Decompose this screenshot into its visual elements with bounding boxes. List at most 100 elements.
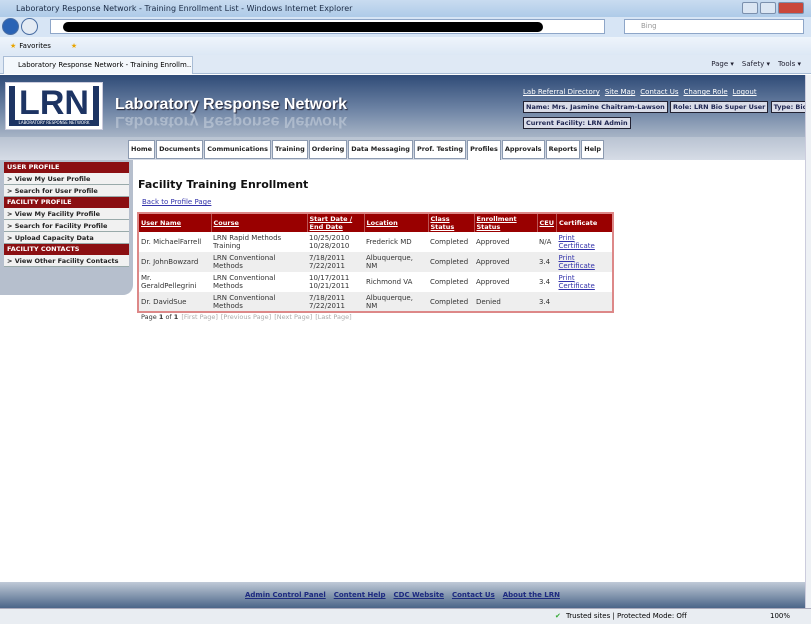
search-input[interactable]: Bing [624, 19, 804, 34]
search-user-profile[interactable]: > Search for User Profile [4, 185, 129, 197]
col-certificate: Certificate [556, 213, 614, 232]
facility-badge: Current Facility: LRN Admin [523, 117, 631, 129]
enrollment-status-cell: Approved [476, 278, 510, 286]
col-ceu[interactable]: CEU [537, 213, 557, 232]
search-facility-profile[interactable]: > Search for Facility Profile [4, 220, 129, 232]
content-help-link[interactable]: Content Help [334, 591, 386, 599]
tab-documents[interactable]: Documents [156, 140, 204, 159]
location-cell: Frederick MD [366, 238, 412, 246]
close-button[interactable] [778, 2, 804, 14]
window-title: Laboratory Response Network - Training E… [0, 0, 811, 17]
forward-button[interactable] [21, 18, 38, 35]
back-button[interactable] [2, 18, 19, 35]
status-bar: ✔ Trusted sites | Protected Mode: Off 10… [0, 608, 811, 624]
about-lrn-link[interactable]: About the LRN [503, 591, 560, 599]
start-date: 10/17/2011 [309, 274, 350, 282]
pager-label: Page [141, 313, 157, 321]
contact-us-link[interactable]: Contact Us [640, 88, 678, 96]
tools-menu[interactable]: Tools ▾ [778, 60, 801, 68]
tab-profiles[interactable]: Profiles [467, 140, 501, 160]
security-zone[interactable]: Trusted sites | Protected Mode: Off [566, 609, 687, 624]
footer: Admin Control Panel Content Help CDC Websi… [0, 582, 805, 608]
command-bar: Page ▾ Safety ▾ Tools ▾ [703, 56, 801, 73]
print-certificate-link[interactable]: Print Certificate [559, 254, 595, 270]
col-dates[interactable]: Start Date / End Date [307, 213, 365, 232]
check-icon: ✔ [555, 612, 561, 620]
end-date: 7/22/2011 [309, 301, 345, 310]
logout-link[interactable]: Logout [733, 88, 757, 96]
lrn-logo[interactable]: LRN LABORATORY RESPONSE NETWORK [5, 82, 103, 130]
site-map-link[interactable]: Site Map [605, 88, 635, 96]
dates-cell: 7/18/2011 7/22/2011 [307, 292, 364, 312]
col-enrollment-status[interactable]: Enrollment Status [474, 213, 538, 232]
cdc-website-link[interactable]: CDC Website [394, 591, 444, 599]
ceu-cell: N/A [539, 238, 552, 246]
class-status-cell: Completed [428, 252, 474, 272]
view-my-user-profile[interactable]: > View My User Profile [4, 173, 129, 185]
pager-of: of [165, 313, 172, 321]
col-class-status[interactable]: Class Status [428, 213, 475, 232]
first-page-link[interactable]: [First Page] [181, 313, 218, 321]
last-page-link[interactable]: [Last Page] [315, 313, 351, 321]
ceu-cell: 3.4 [537, 252, 557, 272]
certificate-cell: Print Certificate [556, 252, 613, 272]
tab-training[interactable]: Training [272, 140, 308, 159]
print-certificate-link[interactable]: Print Certificate [559, 234, 595, 250]
browser-tab[interactable]: Laboratory Response Network - Training E… [3, 56, 193, 74]
class-status-cell: Completed [430, 278, 469, 286]
favorites-bar: ★ Favorites ★ [0, 37, 811, 55]
tab-data-messaging[interactable]: Data Messaging [348, 140, 413, 159]
minimize-button[interactable] [742, 2, 758, 14]
user-name-cell: Dr. JohnBowzard [138, 252, 211, 272]
col-course[interactable]: Course [211, 213, 308, 232]
location-cell: Albuquerque, NM [364, 252, 428, 272]
user-name-cell: Mr. GeraldPellegrini [141, 274, 197, 290]
tab-ordering[interactable]: Ordering [308, 140, 348, 159]
previous-page-link[interactable]: [Previous Page] [221, 313, 271, 321]
course-cell: LRN Conventional Methods [213, 274, 276, 290]
tab-help[interactable]: Help [581, 140, 605, 159]
maximize-button[interactable] [760, 2, 776, 14]
admin-control-panel-link[interactable]: Admin Control Panel [245, 591, 326, 599]
change-role-link[interactable]: Change Role [684, 88, 728, 96]
ceu-cell: 3.4 [537, 292, 557, 312]
enrollment-table: User Name Course Start Date / End Date L… [137, 212, 614, 313]
tab-home[interactable]: Home [128, 140, 156, 159]
print-certificate-link[interactable]: Print Certificate [559, 274, 595, 290]
address-bar[interactable] [50, 19, 605, 34]
upload-capacity-data[interactable]: > Upload Capacity Data [4, 232, 129, 244]
sidebar: USER PROFILE > View My User Profile > Se… [0, 160, 133, 295]
view-facility-contacts[interactable]: > View Other Facility Contacts [4, 255, 129, 267]
view-my-facility-profile[interactable]: > View My Facility Profile [4, 208, 129, 220]
table-row: Mr. GeraldPellegrini LRN Conventional Met… [138, 272, 613, 292]
footer-contact-us-link[interactable]: Contact Us [452, 591, 495, 599]
tab-approvals[interactable]: Approvals [501, 140, 545, 159]
start-date: 10/25/2010 [309, 234, 350, 242]
logo-text: LRN [15, 86, 93, 120]
redacted-url [63, 22, 543, 32]
table-row: Dr. JohnBowzard LRN Conventional Methods 7… [138, 252, 613, 272]
facility-contacts-heading: FACILITY CONTACTS [4, 244, 129, 255]
next-page-link[interactable]: [Next Page] [274, 313, 312, 321]
safety-menu[interactable]: Safety ▾ [742, 60, 770, 68]
col-location[interactable]: Location [364, 213, 429, 232]
tab-communications[interactable]: Communications [204, 140, 272, 159]
tab-prof-testing[interactable]: Prof. Testing [413, 140, 467, 159]
certificate-cell: Print Certificate [557, 272, 614, 292]
zoom-level[interactable]: 100% [770, 609, 790, 624]
page-title: Facility Training Enrollment [138, 178, 309, 191]
class-status-cell: Completed [430, 238, 469, 246]
star-icon: ★ [10, 42, 17, 50]
col-user-name[interactable]: User Name [138, 213, 212, 232]
lab-referral-link[interactable]: Lab Referral Directory [523, 88, 600, 96]
back-to-profile-link[interactable]: Back to Profile Page [142, 198, 211, 206]
vertical-scrollbar[interactable] [805, 75, 811, 608]
start-date: 7/18/2011 [309, 254, 345, 262]
nav-tabs: Home Documents Communications Training O… [128, 140, 605, 160]
certificate-cell: Print Certificate [557, 232, 614, 252]
end-date: 10/21/2011 [309, 282, 350, 290]
page-menu[interactable]: Page ▾ [711, 60, 734, 68]
tab-reports[interactable]: Reports [545, 140, 581, 159]
add-favorite-icon[interactable]: ★ [71, 42, 77, 50]
favorites-button[interactable]: Favorites [19, 42, 51, 50]
